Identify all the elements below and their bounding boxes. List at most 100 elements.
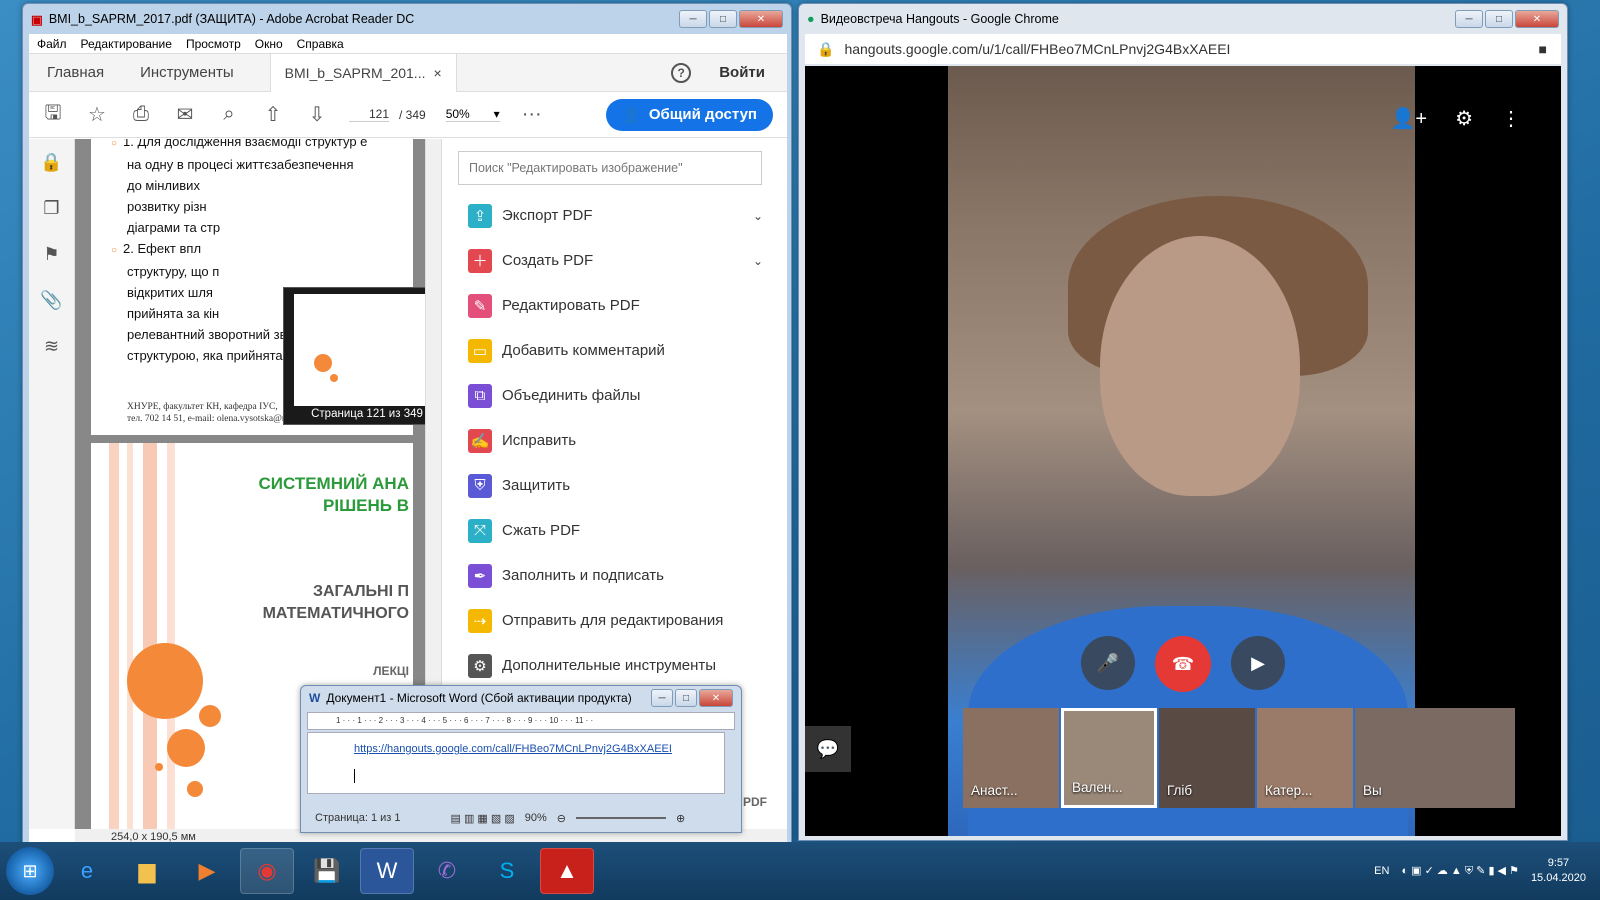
slide-subtitle-line: ЗАГАЛЬНІ П bbox=[312, 583, 409, 600]
chat-button[interactable]: 💬 bbox=[805, 726, 851, 772]
tool-item[interactable]: ⇪ Экспорт PDF ⌄ bbox=[442, 193, 787, 238]
word-page-status: Страница: 1 из 1 bbox=[315, 812, 401, 824]
bullet-icon: ○ bbox=[111, 139, 118, 149]
floppy-icon[interactable]: 💾 bbox=[300, 848, 354, 894]
pages-icon[interactable]: ❐ bbox=[29, 185, 74, 231]
tool-item[interactable]: ✎ Редактировать PDF bbox=[442, 283, 787, 328]
menu-file[interactable]: Файл bbox=[37, 37, 67, 51]
tab-close-icon[interactable]: × bbox=[433, 65, 441, 81]
close-button[interactable]: ✕ bbox=[699, 689, 733, 707]
start-button[interactable]: ⊞ bbox=[6, 847, 54, 895]
tool-item[interactable]: ⧉ Объединить файлы bbox=[442, 373, 787, 418]
help-icon[interactable]: ? bbox=[671, 62, 692, 83]
call-controls: 🎤 ☎ ▶ bbox=[1081, 636, 1285, 692]
tools-search-input[interactable]: Поиск "Редактировать изображение" bbox=[458, 151, 762, 185]
tool-item[interactable]: ⤧ Сжать PDF bbox=[442, 508, 787, 553]
language-indicator[interactable]: EN bbox=[1374, 865, 1389, 877]
tab-home[interactable]: Главная bbox=[29, 64, 122, 81]
skype-icon[interactable]: S bbox=[480, 848, 534, 894]
ie-icon[interactable]: e bbox=[60, 848, 114, 894]
tray-icons[interactable]: ◐ ▣ ✓ ☁ ▲ ⛨ ✎ ▮ ◀ ⚑ bbox=[1401, 864, 1519, 878]
zoom-in-icon[interactable]: ⊕ bbox=[676, 812, 685, 825]
camera-blocked-icon[interactable]: ■ bbox=[1539, 41, 1547, 57]
address-bar[interactable]: 🔒 hangouts.google.com/u/1/call/FHBeo7MCn… bbox=[805, 34, 1561, 64]
acrobat-titlebar[interactable]: ▣ BMI_b_SAPRM_2017.pdf (ЗАЩИТА) - Adobe … bbox=[23, 4, 791, 34]
participant-tile[interactable]: Вален... bbox=[1061, 708, 1157, 808]
explorer-icon[interactable]: ▆ bbox=[120, 848, 174, 894]
chrome-titlebar[interactable]: ● Видеовстреча Hangouts - Google Chrome … bbox=[799, 4, 1567, 34]
tool-icon: ＋ bbox=[468, 248, 492, 273]
tab-tools[interactable]: Инструменты bbox=[122, 64, 252, 81]
call-top-controls: 👤+ ⚙ ⋮ bbox=[1390, 106, 1521, 131]
close-button[interactable]: ✕ bbox=[1515, 10, 1559, 28]
star-icon[interactable]: ☆ bbox=[85, 102, 109, 127]
hangouts-link[interactable]: https://hangouts.google.com/call/FHBeo7M… bbox=[354, 743, 672, 755]
participant-tile[interactable]: Анаст... bbox=[963, 708, 1059, 808]
chevron-down-icon[interactable]: ⌄ bbox=[753, 209, 763, 223]
mic-button[interactable]: 🎤 bbox=[1081, 636, 1135, 690]
maximize-button[interactable]: □ bbox=[1485, 10, 1513, 28]
add-person-icon[interactable]: 👤+ bbox=[1390, 106, 1427, 131]
page-down-icon[interactable]: ⇩ bbox=[305, 102, 329, 127]
close-button[interactable]: ✕ bbox=[739, 10, 783, 28]
chevron-down-icon[interactable]: ⌄ bbox=[753, 254, 763, 268]
media-player-icon[interactable]: ▶ bbox=[180, 848, 234, 894]
participant-tile[interactable]: Вы bbox=[1355, 708, 1515, 808]
word-titlebar[interactable]: W Документ1 - Microsoft Word (Сбой актив… bbox=[301, 686, 741, 710]
bullet-icon: ○ bbox=[111, 245, 118, 256]
more-vert-icon[interactable]: ⋮ bbox=[1501, 106, 1521, 131]
zoom-select[interactable]: 50% ▾ bbox=[445, 107, 500, 122]
more-icon[interactable]: ··· bbox=[520, 103, 544, 126]
share-button[interactable]: 👤 Общий доступ bbox=[606, 98, 773, 131]
acrobat-icon[interactable]: ▲ bbox=[540, 848, 594, 894]
tab-document[interactable]: BMI_b_SAPRM_201... × bbox=[269, 53, 457, 92]
ruler[interactable]: 1 · · · 1 · · · 2 · · · 3 · · · 4 · · · … bbox=[307, 712, 735, 730]
menu-window[interactable]: Окно bbox=[255, 37, 283, 51]
layers-icon[interactable]: ≋ bbox=[29, 323, 74, 369]
page-up-icon[interactable]: ⇧ bbox=[261, 102, 285, 127]
page-number-input[interactable]: 121 bbox=[349, 107, 389, 122]
slide-title-line: РІШЕНЬ В bbox=[323, 496, 409, 515]
tool-item[interactable]: ⇢ Отправить для редактирования bbox=[442, 598, 787, 643]
minimize-button[interactable]: ─ bbox=[651, 689, 673, 707]
word-icon[interactable]: W bbox=[360, 848, 414, 894]
gear-icon[interactable]: ⚙ bbox=[1455, 106, 1473, 131]
lock-icon[interactable]: 🔒 bbox=[29, 139, 74, 185]
mail-icon[interactable]: ✉ bbox=[173, 102, 197, 127]
tool-item[interactable]: ＋ Создать PDF ⌄ bbox=[442, 238, 787, 283]
chrome-icon[interactable]: ◉ bbox=[240, 848, 294, 894]
minimize-button[interactable]: ─ bbox=[679, 10, 707, 28]
end-call-button[interactable]: ☎ bbox=[1155, 636, 1211, 692]
minimize-button[interactable]: ─ bbox=[1455, 10, 1483, 28]
viber-icon[interactable]: ✆ bbox=[420, 848, 474, 894]
participant-tile[interactable]: Катер... bbox=[1257, 708, 1353, 808]
menu-edit[interactable]: Редактирование bbox=[81, 37, 172, 51]
maximize-button[interactable]: □ bbox=[675, 689, 697, 707]
menu-view[interactable]: Просмотр bbox=[186, 37, 241, 51]
zoom-slider[interactable] bbox=[575, 817, 666, 819]
menu-help[interactable]: Справка bbox=[297, 37, 344, 51]
tool-item[interactable]: ⚙ Дополнительные инструменты bbox=[442, 643, 787, 688]
bookmark-icon[interactable]: ⚑ bbox=[29, 231, 74, 277]
clock[interactable]: 9:57 15.04.2020 bbox=[1531, 856, 1586, 886]
participant-tile[interactable]: Гліб bbox=[1159, 708, 1255, 808]
maximize-button[interactable]: □ bbox=[709, 10, 737, 28]
tool-icon: ✒ bbox=[468, 563, 492, 588]
tool-item[interactable]: ✒ Заполнить и подписать bbox=[442, 553, 787, 598]
thumbnail-image bbox=[294, 294, 425, 406]
tool-item[interactable]: ⛨ Защитить bbox=[442, 463, 787, 508]
zoom-out-icon[interactable]: ⊖ bbox=[557, 812, 566, 825]
print-icon[interactable]: ⎙ bbox=[129, 103, 153, 126]
zoom-search-icon[interactable]: ⌕ bbox=[217, 103, 241, 126]
hangout-call: 👤+ ⚙ ⋮ 🎤 ☎ ▶ 💬 Анаст... Вален... Гліб Ка… bbox=[805, 66, 1561, 836]
word-document[interactable]: https://hangouts.google.com/call/FHBeo7M… bbox=[307, 732, 725, 794]
attachment-icon[interactable]: 📎 bbox=[29, 277, 74, 323]
save-icon[interactable]: 🖫 bbox=[41, 98, 65, 132]
view-icons[interactable]: ▤ ▥ ▦ ▧ ▨ bbox=[451, 812, 515, 825]
system-tray: EN ◐ ▣ ✓ ☁ ▲ ⛨ ✎ ▮ ◀ ⚑ 9:57 15.04.2020 bbox=[1374, 856, 1600, 886]
tool-item[interactable]: ✍ Исправить bbox=[442, 418, 787, 463]
camera-button[interactable]: ▶ bbox=[1231, 636, 1285, 690]
menubar: Файл Редактирование Просмотр Окно Справк… bbox=[29, 34, 787, 54]
tool-item[interactable]: ▭ Добавить комментарий bbox=[442, 328, 787, 373]
login-button[interactable]: Войти bbox=[719, 64, 765, 81]
